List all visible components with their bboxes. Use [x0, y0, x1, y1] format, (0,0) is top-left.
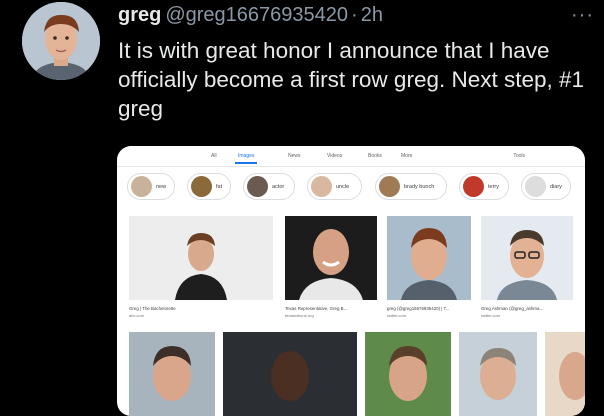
- person-photo-image: [545, 332, 585, 416]
- image-result: [459, 332, 537, 416]
- chip-label: fat: [216, 183, 223, 190]
- tab-news: News: [288, 153, 301, 159]
- chip-thumbnail: [525, 176, 546, 197]
- chip-label: brady bunch: [404, 183, 435, 190]
- result-photo: [129, 216, 273, 300]
- result-source: twitter.com: [481, 313, 501, 318]
- result-photo: [481, 216, 573, 300]
- avatar[interactable]: [22, 2, 100, 80]
- chip-new: new: [127, 173, 175, 200]
- person-photo-image: [387, 216, 471, 300]
- person-photo-image: [129, 216, 273, 300]
- chip-thumbnail: [191, 176, 212, 197]
- result-caption: Greg Ashman (@greg_ashma...: [481, 306, 544, 311]
- result-source: texastribune.org: [285, 313, 314, 318]
- tweet-header: greg @greg16676935420 · 2h ···: [118, 4, 594, 32]
- result-source: abc.com: [129, 313, 145, 318]
- result-photo: [545, 332, 585, 416]
- result-photo: [387, 216, 471, 300]
- chip-actor: actor: [243, 173, 295, 200]
- tab-videos: Videos: [327, 153, 343, 159]
- tweet-timestamp[interactable]: 2h: [361, 4, 383, 26]
- more-options-icon[interactable]: ···: [571, 4, 594, 27]
- chip-label: terry: [488, 183, 499, 190]
- result-photo: [365, 332, 451, 416]
- result-caption: Greg | The Bachelorette: [129, 306, 176, 311]
- author-name[interactable]: greg: [118, 4, 161, 26]
- chip-label: uncle: [336, 183, 350, 190]
- attached-screenshot-image[interactable]: All Images News Videos Books More Tools …: [117, 146, 585, 416]
- result-caption: Texas Representative, Greg B...: [285, 306, 348, 311]
- image-result: Greg | The Bachelorette abc.com: [129, 216, 273, 326]
- result-caption: greg (@greg16676935420) | T...: [387, 306, 450, 311]
- tools-button: Tools: [513, 153, 525, 159]
- search-tabs-bar: All Images News Videos Books More Tools: [117, 146, 585, 167]
- tab-all: All: [211, 153, 217, 159]
- person-photo-image: [129, 332, 215, 416]
- chip-diary: diary: [521, 173, 571, 200]
- chip-label: actor: [272, 183, 285, 190]
- chip-thumbnail: [247, 176, 268, 197]
- person-photo-image: [459, 332, 537, 416]
- result-source: twitter.com: [387, 313, 407, 318]
- separator-dot: ·: [351, 4, 358, 26]
- image-result: greg (@greg16676935420) | T... twitter.c…: [387, 216, 471, 326]
- person-photo-image: [223, 332, 357, 416]
- image-result: Greg Ashman (@greg_ashma... twitter.com: [481, 216, 573, 326]
- result-photo: [459, 332, 537, 416]
- result-photo: [223, 332, 357, 416]
- chip-uncle: uncle: [307, 173, 362, 200]
- tab-books: Books: [368, 153, 382, 159]
- chip-thumbnail: [463, 176, 484, 197]
- chip-fat: fat: [187, 173, 231, 200]
- person-photo-image: [481, 216, 573, 300]
- image-result: Texas Representative, Greg B... texastri…: [285, 216, 377, 326]
- chip-label: diary: [550, 183, 562, 190]
- image-result: [365, 332, 451, 416]
- author-handle[interactable]: @greg16676935420: [165, 4, 348, 26]
- chip-thumbnail: [131, 176, 152, 197]
- image-result: [223, 332, 357, 416]
- result-photo: [129, 332, 215, 416]
- tweet-text: It is with great honor I announce that I…: [118, 38, 585, 121]
- image-result: [129, 332, 215, 416]
- related-search-chips: new fat actor uncle brady bunch terry di…: [127, 173, 585, 205]
- result-photo: [285, 216, 377, 300]
- chip-terry: terry: [459, 173, 509, 200]
- avatar-face-image: [22, 2, 100, 80]
- person-photo-image: [285, 216, 377, 300]
- chip-label: new: [156, 183, 167, 190]
- image-result: [545, 332, 585, 416]
- chip-thumbnail: [379, 176, 400, 197]
- chip-thumbnail: [311, 176, 332, 197]
- chip-brady-bunch: brady bunch: [375, 173, 447, 200]
- person-photo-image: [365, 332, 451, 416]
- tab-images: Images: [234, 153, 258, 164]
- tab-more: More: [401, 153, 413, 159]
